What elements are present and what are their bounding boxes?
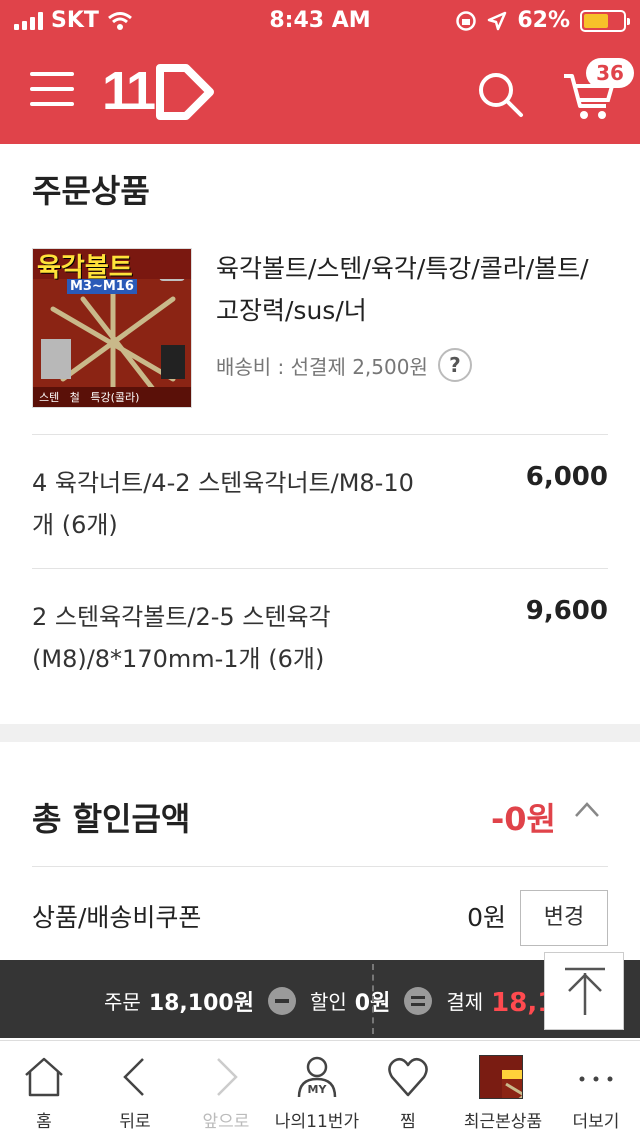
- nav-home-label: 홈: [36, 1112, 52, 1132]
- option-name: 4 육각너트/4-2 스텐육각너트/M8-10개 (6개): [32, 469, 414, 539]
- coupon-value: 0원: [467, 903, 506, 932]
- change-coupon-button[interactable]: 변경: [520, 890, 608, 946]
- heart-icon: [388, 1057, 428, 1097]
- equals-icon: [404, 986, 433, 1015]
- my-badge: MY: [307, 1083, 327, 1096]
- top-header: 11 36: [0, 40, 640, 144]
- product-name[interactable]: 육각볼트/스텐/육각/특강/콜라/볼트/고장력/sus/너: [216, 248, 606, 332]
- discount-title: 총 할인금액: [32, 800, 191, 838]
- recent-product-thumb: [479, 1055, 523, 1099]
- order-section-title: 주문상품: [32, 172, 150, 210]
- summary-order-label: 주문: [104, 990, 141, 1014]
- scroll-top-button[interactable]: [544, 952, 624, 1030]
- shipping-text: 배송비 : 선결제 2,500원: [216, 354, 428, 379]
- summary-order-value: 18,100원: [148, 990, 254, 1016]
- nav-my11-label: 나의11번가: [274, 1112, 360, 1132]
- status-bar: SKT 8:43 AM 62%: [0, 0, 640, 40]
- nav-back-label: 뒤로: [119, 1112, 151, 1132]
- option-row: 4 육각너트/4-2 스텐육각너트/M8-10개 (6개) 6,000: [32, 462, 608, 552]
- nav-forward[interactable]: 앞으로: [182, 1041, 270, 1137]
- option-name: 2 스텐육각볼트/2-5 스텐육각(M8)/8*170mm-1개 (6개): [32, 603, 331, 673]
- help-icon[interactable]: ?: [437, 348, 472, 382]
- status-right: 62%: [455, 8, 630, 33]
- logo[interactable]: 11: [102, 61, 222, 122]
- search-icon[interactable]: [476, 70, 524, 118]
- battery-icon: [580, 9, 630, 32]
- summary-content: 주문 18,100원 할인 0원 결제 18,100원: [104, 982, 615, 1019]
- arrow-up-icon: [565, 967, 605, 1015]
- option-price: 9,600: [525, 596, 608, 626]
- recent-bolt-icon: [502, 1070, 522, 1098]
- summary-discount-label: 할인: [309, 990, 347, 1014]
- more-icon: [579, 1076, 613, 1082]
- nav-wish[interactable]: 찜: [364, 1041, 452, 1137]
- cart-count-badge: 36: [586, 58, 634, 88]
- thumb-subtitle: M3~M16: [67, 279, 137, 294]
- option-row: 2 스텐육각볼트/2-5 스텐육각(M8)/8*170mm-1개 (6개) 9,…: [32, 596, 608, 686]
- dashed-divider: [372, 964, 374, 1034]
- nav-more-label: 더보기: [572, 1112, 620, 1132]
- nav-forward-label: 앞으로: [202, 1112, 250, 1132]
- coupon-label: 상품/배송비쿠폰: [32, 903, 202, 932]
- product-thumbnail[interactable]: 육각볼트 M3~M16 스텐 철 특강(콜라): [32, 248, 192, 408]
- nav-back[interactable]: 뒤로: [91, 1041, 179, 1137]
- option-price: 6,000: [525, 462, 608, 492]
- thumb-bottom: 스텐 철 특강(콜라): [39, 391, 140, 404]
- forward-icon: [217, 1058, 238, 1096]
- home-icon: [25, 1057, 63, 1097]
- summary-pay-label: 결제: [446, 990, 484, 1014]
- bottom-nav: 홈 뒤로 앞으로 MY 나의11번가 찜 최근본상품 더보기: [0, 1040, 640, 1136]
- divider: [32, 434, 608, 435]
- nav-home[interactable]: 홈: [0, 1041, 88, 1137]
- shipping-info: 배송비 : 선결제 2,500원 ?: [216, 348, 472, 382]
- location-icon: [488, 11, 507, 30]
- section-separator: [0, 724, 640, 742]
- menu-icon[interactable]: [30, 72, 74, 112]
- discount-value: -0원: [491, 800, 556, 838]
- divider: [32, 568, 608, 569]
- logo-mark-icon: [156, 64, 214, 120]
- back-icon: [123, 1058, 144, 1096]
- nav-recent[interactable]: 최근본상품: [455, 1041, 551, 1137]
- battery-percent: 62%: [517, 8, 570, 33]
- nav-more[interactable]: 더보기: [552, 1041, 640, 1137]
- divider: [32, 866, 608, 867]
- rotation-lock-icon: [456, 10, 477, 31]
- chevron-up-icon[interactable]: [574, 800, 600, 820]
- nav-my11[interactable]: MY 나의11번가: [273, 1041, 361, 1137]
- nav-wish-label: 찜: [400, 1112, 416, 1132]
- nav-recent-label: 최근본상품: [463, 1112, 543, 1132]
- minus-icon: [267, 986, 296, 1015]
